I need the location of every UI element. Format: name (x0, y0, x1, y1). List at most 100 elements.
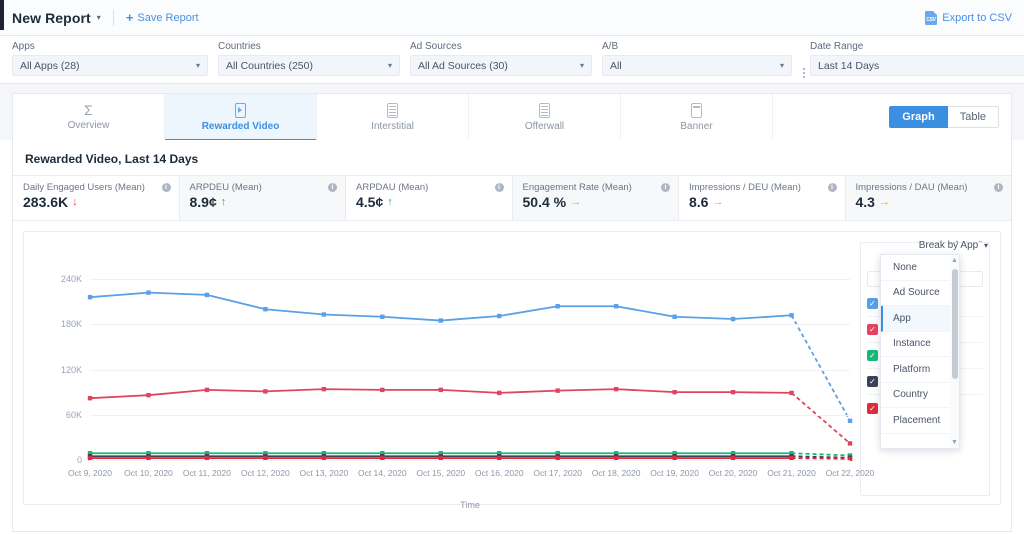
kpi-value: 8.6 (689, 194, 708, 210)
data-point-marker[interactable] (205, 388, 209, 392)
tab-rewarded-video[interactable]: Rewarded Video (165, 94, 317, 140)
legend-checkbox[interactable]: ✓ (867, 403, 878, 414)
filter-apps-select[interactable]: All Apps (28) ▾ (12, 55, 208, 76)
kpi-value-row: 50.4 %→ (523, 194, 670, 210)
data-point-marker[interactable] (789, 391, 793, 395)
data-point-marker[interactable] (263, 307, 267, 311)
kpi-value: 4.5¢ (356, 194, 383, 210)
kpi-label: Engagement Rate (Mean) (523, 182, 670, 193)
x-axis-tick-label: Oct 22, 2020 (826, 468, 875, 478)
info-icon[interactable]: i (328, 183, 337, 192)
kpi-card: Impressions / DAU (Mean)4.3→i (846, 176, 1012, 220)
kpi-value: 50.4 % (523, 194, 567, 210)
data-point-marker[interactable] (205, 293, 209, 297)
x-axis-tick-label: Oct 21, 2020 (767, 468, 816, 478)
break-by-option[interactable]: Platform (881, 357, 950, 383)
chevron-down-icon: ▾ (780, 61, 784, 70)
scroll-down-icon[interactable]: ▼ (951, 439, 958, 446)
gridline (90, 370, 850, 371)
data-point-marker[interactable] (848, 441, 852, 445)
break-by-option[interactable]: Ad Source (881, 281, 950, 307)
data-point-marker[interactable] (322, 387, 326, 391)
info-icon[interactable]: i (661, 183, 670, 192)
x-axis-tick-label: Oct 18, 2020 (592, 468, 641, 478)
data-point-marker[interactable] (731, 317, 735, 321)
more-options-icon[interactable] (802, 68, 810, 83)
break-by-option[interactable]: Country (881, 383, 950, 409)
data-point-marker[interactable] (555, 304, 559, 308)
break-by-option[interactable]: Instance (881, 332, 950, 358)
kpi-trend-arrow-icon: → (879, 196, 890, 208)
data-point-marker[interactable] (497, 391, 501, 395)
data-point-marker[interactable] (146, 393, 150, 397)
break-by-option[interactable]: None (881, 255, 950, 281)
y-axis-tick-label: 240K (42, 274, 82, 284)
data-point-marker[interactable] (146, 290, 150, 294)
kpi-label: ARPDAU (Mean) (356, 182, 503, 193)
tab-overview[interactable]: Σ Overview (13, 94, 165, 140)
data-point-marker[interactable] (380, 388, 384, 392)
data-point-marker[interactable] (497, 314, 501, 318)
chart-plot-area: 060K120K180K240K Oct 9, 2020Oct 10, 2020… (24, 254, 868, 482)
data-point-marker[interactable] (731, 390, 735, 394)
data-point-marker[interactable] (614, 304, 618, 308)
tab-interstitial[interactable]: Interstitial (317, 94, 469, 140)
view-toggle-graph[interactable]: Graph (889, 106, 947, 128)
scroll-up-icon[interactable]: ▲ (951, 257, 958, 264)
offerwall-icon (539, 103, 550, 118)
data-point-marker[interactable] (789, 313, 793, 317)
x-axis-tick-label: Oct 20, 2020 (709, 468, 758, 478)
kpi-card: ARPDAU (Mean)4.5¢↑i (346, 176, 513, 220)
report-title-chevron-down-icon[interactable]: ▾ (97, 13, 101, 22)
info-icon[interactable]: i (994, 183, 1003, 192)
break-by-option[interactable]: Placement (881, 408, 950, 434)
info-icon[interactable]: i (162, 183, 171, 192)
filter-ad-sources-select[interactable]: All Ad Sources (30) ▾ (410, 55, 592, 76)
filter-ab-select[interactable]: All ▾ (602, 55, 792, 76)
data-point-marker[interactable] (88, 295, 92, 299)
filter-ab-label: A/B (602, 41, 792, 52)
legend-checkbox[interactable]: ✓ (867, 350, 878, 361)
data-point-marker[interactable] (672, 390, 676, 394)
data-point-marker[interactable] (555, 388, 559, 392)
x-axis-tick-label: Oct 12, 2020 (241, 468, 290, 478)
filter-ad-sources-value: All Ad Sources (30) (418, 60, 508, 72)
filter-date-range-select[interactable]: Last 14 Days ▾ (810, 55, 1024, 76)
csv-file-icon: CSV (925, 11, 937, 25)
info-icon[interactable]: i (495, 183, 504, 192)
tab-offerwall[interactable]: Offerwall (469, 94, 621, 140)
data-point-marker[interactable] (322, 312, 326, 316)
data-point-marker[interactable] (263, 389, 267, 393)
filter-countries-select[interactable]: All Countries (250) ▾ (218, 55, 400, 76)
x-axis-tick-label: Oct 14, 2020 (358, 468, 407, 478)
data-point-marker[interactable] (439, 388, 443, 392)
gridline (90, 415, 850, 416)
break-by-option[interactable]: App (881, 306, 950, 332)
interstitial-icon (387, 103, 398, 118)
view-toggle-table[interactable]: Table (948, 106, 999, 128)
scrollbar-thumb[interactable] (952, 269, 958, 379)
tab-rewarded-video-label: Rewarded Video (202, 121, 280, 132)
filter-bar: Apps All Apps (28) ▾ Countries All Count… (0, 36, 1024, 84)
data-point-marker[interactable] (672, 315, 676, 319)
export-csv-button[interactable]: CSV Export to CSV (925, 11, 1012, 25)
info-icon[interactable]: i (828, 183, 837, 192)
break-by-button[interactable]: Break by App ▾ (919, 240, 988, 251)
legend-checkbox[interactable]: ✓ (867, 376, 878, 387)
data-point-marker[interactable] (88, 396, 92, 400)
data-point-marker[interactable] (439, 318, 443, 322)
kpi-trend-arrow-icon: ↑ (221, 196, 227, 208)
report-title[interactable]: New Report (12, 10, 91, 26)
legend-checkbox[interactable]: ✓ (867, 298, 878, 309)
kpi-value-row: 8.6→ (689, 194, 836, 210)
data-point-marker[interactable] (848, 419, 852, 423)
dropdown-scrollbar[interactable]: ▲ ▼ (950, 255, 959, 448)
legend-checkbox[interactable]: ✓ (867, 324, 878, 335)
tab-banner[interactable]: Banner (621, 94, 773, 140)
kpi-card: Daily Engaged Users (Mean)283.6K↓i (13, 176, 180, 220)
save-report-button[interactable]: + Save Report (126, 11, 199, 24)
kpi-card: Engagement Rate (Mean)50.4 %→ i (513, 176, 680, 220)
data-point-marker[interactable] (614, 387, 618, 391)
gridline (90, 460, 850, 461)
data-point-marker[interactable] (380, 315, 384, 319)
